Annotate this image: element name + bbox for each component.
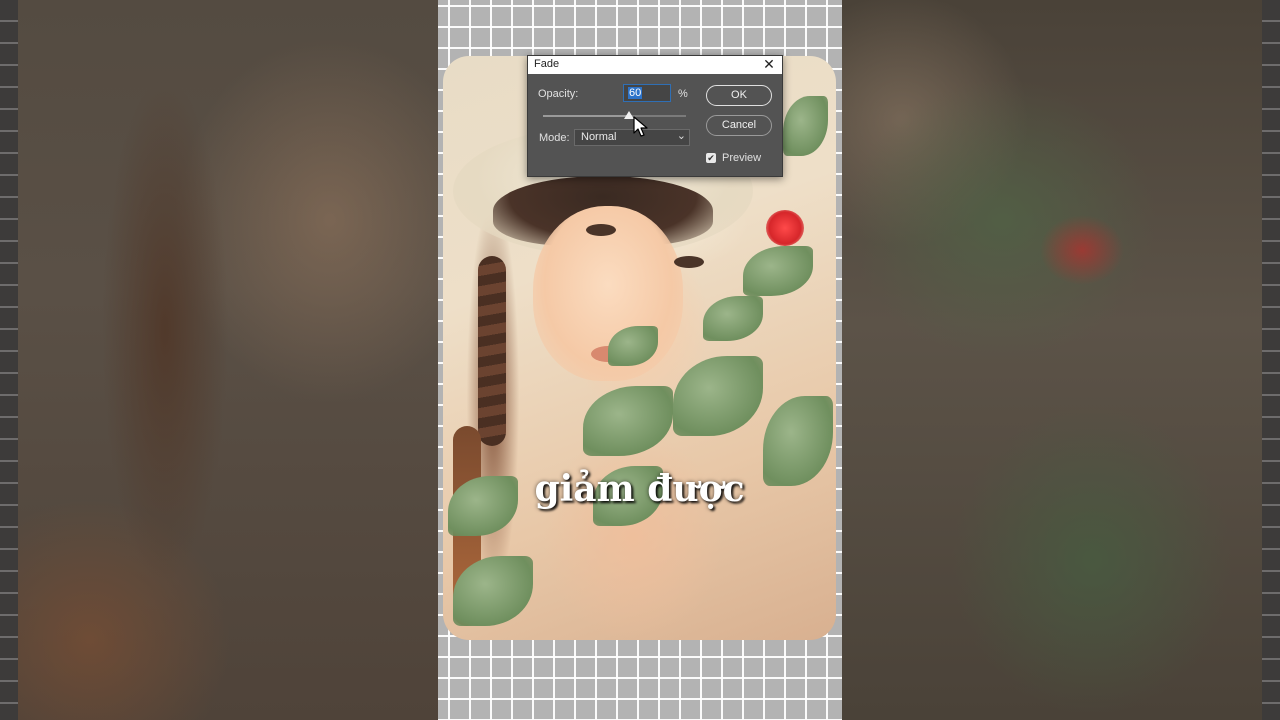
photo-braid-left [478,256,506,446]
dialog-titlebar[interactable]: Fade ✕ [528,56,782,74]
chevron-down-icon: ⌄ [676,130,686,142]
caption-text: giảm được [534,468,745,510]
photo-leaf [583,386,673,456]
preview-checkbox[interactable]: ✔ [706,153,716,163]
opacity-slider-fill [543,115,629,117]
opacity-unit: % [678,88,688,100]
photo-leaf [673,356,763,436]
fade-dialog: Fade ✕ Opacity: 60 % Mode: Normal ⌄ OK C… [527,55,783,177]
opacity-input[interactable]: 60 [623,84,671,102]
blurred-background-left [0,0,438,720]
photo-leaf [743,246,813,296]
opacity-slider[interactable] [543,115,686,117]
photo-eye-left [586,224,616,236]
preview-label: Preview [722,152,762,164]
mode-value: Normal [581,131,617,143]
mode-select[interactable]: Normal ⌄ [574,129,690,146]
grid-edge-right [1262,0,1280,720]
grid-edge-left [0,0,18,720]
photo-leaf [783,96,828,156]
close-icon[interactable]: ✕ [762,56,776,72]
blurred-background-right [842,0,1280,720]
mode-label: Mode: [539,132,570,144]
cancel-button[interactable]: Cancel [706,115,772,136]
opacity-value: 60 [628,87,643,99]
opacity-label: Opacity: [538,88,579,100]
photo-leaf [703,296,763,341]
photo-eye-right [674,256,704,268]
ok-button[interactable]: OK [706,85,772,106]
dialog-title: Fade [534,58,560,70]
photo-red-flower [766,210,804,246]
mouse-cursor-icon [633,116,648,137]
